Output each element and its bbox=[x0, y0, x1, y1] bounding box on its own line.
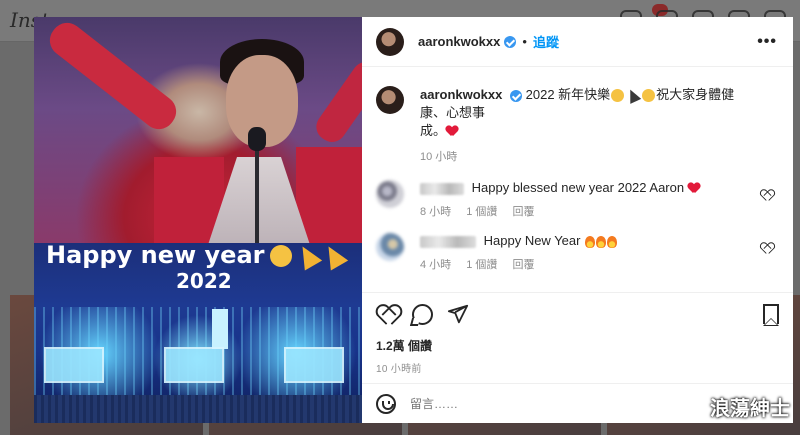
comment-meta: 8 小時 1 個讚 回覆 bbox=[420, 203, 750, 219]
smiling-face-icon bbox=[270, 245, 293, 267]
reply-button[interactable]: 回覆 bbox=[513, 206, 535, 218]
fire-icon bbox=[596, 235, 607, 248]
party-popper-icon bbox=[294, 241, 323, 271]
post-media[interactable]: Happy new year 2022 bbox=[34, 17, 362, 423]
post-caption: aaronkwokxx 2022 新年快樂 祝大家身體健康、心想事 成。 10 小… bbox=[362, 68, 793, 166]
comment-body: Happy blessed new year 2022 Aaron 8 小時 1… bbox=[420, 180, 750, 219]
like-comment-icon[interactable] bbox=[761, 243, 773, 254]
red-heart-icon bbox=[446, 126, 458, 137]
grinning-face-icon bbox=[611, 89, 625, 103]
bookmark-icon[interactable] bbox=[763, 304, 779, 326]
microphone bbox=[248, 127, 266, 151]
caption-username[interactable]: aaronkwokxx bbox=[420, 87, 502, 102]
avatar[interactable] bbox=[376, 233, 404, 261]
emoji-picker-icon[interactable] bbox=[376, 393, 396, 414]
watermark: 浪蕩紳士 bbox=[710, 396, 790, 420]
post-actions: 1.2萬 個讚 10 小時前 bbox=[362, 292, 793, 375]
comment-text: Happy New Year bbox=[483, 233, 581, 248]
comment-icon[interactable] bbox=[412, 303, 433, 325]
greeting-text: Happy new year bbox=[46, 241, 265, 269]
share-icon[interactable] bbox=[447, 303, 469, 325]
avatar[interactable] bbox=[376, 86, 404, 114]
verified-badge-icon bbox=[510, 89, 522, 102]
party-popper-icon bbox=[624, 87, 642, 104]
comment-likes[interactable]: 1 個讚 bbox=[466, 259, 497, 271]
avatar[interactable] bbox=[376, 27, 404, 56]
separator-dot: • bbox=[522, 34, 527, 49]
comments-list[interactable]: aaronkwokxx 2022 新年快樂 祝大家身體健康、心想事 成。 10 小… bbox=[362, 68, 793, 292]
like-count[interactable]: 1.2萬 個讚 bbox=[376, 337, 779, 354]
stage-screen bbox=[284, 347, 344, 383]
comment-text: Happy blessed new year 2022 Aaron bbox=[471, 180, 685, 195]
blurred-username[interactable] bbox=[420, 182, 464, 195]
red-heart-icon bbox=[688, 183, 700, 194]
action-bar bbox=[376, 297, 779, 331]
more-options-button[interactable]: ••• bbox=[757, 33, 777, 51]
smiling-face-icon bbox=[642, 89, 656, 103]
mic-stand bbox=[255, 137, 259, 247]
like-icon[interactable] bbox=[376, 303, 398, 325]
comment-body: Happy New Year 4 小時 1 個讚 回覆 bbox=[420, 233, 750, 272]
like-comment-icon[interactable] bbox=[761, 190, 773, 201]
avatar[interactable] bbox=[376, 180, 404, 208]
post-header: aaronkwokxx • 追蹤 ••• bbox=[362, 17, 793, 67]
caption-time[interactable]: 10 小時 bbox=[420, 151, 457, 163]
reply-button[interactable]: 回覆 bbox=[513, 259, 535, 271]
caption-text-1: 2022 新年快樂 bbox=[525, 87, 611, 102]
blurred-username[interactable] bbox=[420, 235, 476, 248]
fire-icon bbox=[585, 235, 596, 248]
stage-screens bbox=[44, 347, 344, 387]
stage-screen bbox=[44, 347, 104, 383]
follow-button[interactable]: 追蹤 bbox=[533, 32, 559, 51]
post-side-panel: aaronkwokxx • 追蹤 ••• aaronkwokxx 2022 新年… bbox=[362, 17, 793, 423]
comment-time[interactable]: 8 小時 bbox=[420, 206, 451, 218]
party-popper-icon bbox=[320, 241, 349, 271]
comment-likes[interactable]: 1 個讚 bbox=[466, 206, 497, 218]
post-author-username[interactable]: aaronkwokxx bbox=[418, 34, 500, 49]
post-modal: Happy new year 2022 aaronkwokxx • 追蹤 •••… bbox=[34, 17, 793, 423]
verified-badge-icon bbox=[504, 35, 517, 48]
post-timestamp[interactable]: 10 小時前 bbox=[376, 360, 779, 375]
caption-text-3: 成。 bbox=[420, 123, 447, 138]
stage-tower bbox=[212, 309, 228, 349]
comment-time[interactable]: 4 小時 bbox=[420, 259, 451, 271]
fire-icon bbox=[607, 235, 618, 248]
list-item: Happy blessed new year 2022 Aaron 8 小時 1… bbox=[362, 166, 793, 219]
crowd bbox=[34, 395, 362, 423]
list-item: Happy New Year 4 小時 1 個讚 回覆 bbox=[362, 219, 793, 272]
image-greeting: Happy new year bbox=[46, 241, 349, 271]
comment-input[interactable] bbox=[410, 396, 670, 411]
greeting-year: 2022 bbox=[176, 269, 232, 293]
comment-meta: 4 小時 1 個讚 回覆 bbox=[420, 256, 750, 272]
stage-screen bbox=[164, 347, 224, 383]
caption-meta: 10 小時 bbox=[420, 148, 760, 166]
caption-body: aaronkwokxx 2022 新年快樂 祝大家身體健康、心想事 成。 10 小… bbox=[420, 86, 760, 166]
